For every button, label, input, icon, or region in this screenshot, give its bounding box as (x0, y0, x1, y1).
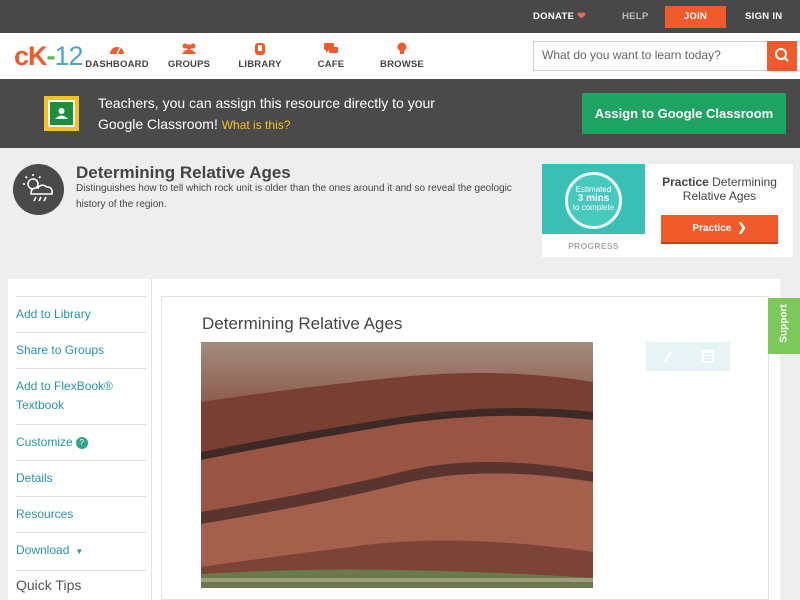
top-bar: DONATE ❤ HELP JOIN SIGN IN (0, 0, 800, 33)
search-button[interactable] (767, 41, 797, 71)
notes-icon[interactable] (700, 348, 716, 365)
logo-k: K (28, 41, 47, 71)
nav-browse[interactable]: BROWSE (367, 42, 437, 70)
ck12-logo[interactable]: cK-12 (14, 41, 84, 71)
support-label: Support (778, 304, 790, 343)
support-tab[interactable]: Support (768, 298, 800, 354)
progress-label: PROGRESS (568, 241, 619, 251)
caret-down-icon: ▼ (75, 547, 84, 556)
sidebar-item-download[interactable]: Download ▼ (16, 533, 147, 571)
assign-google-classroom-button[interactable]: Assign to Google Classroom (582, 93, 786, 134)
donate-link[interactable]: DONATE ❤ (533, 0, 586, 33)
google-classroom-banner: Teachers, you can assign this resource d… (0, 79, 800, 148)
search-box (533, 41, 797, 71)
logo-c: c (14, 41, 29, 71)
help-icon[interactable]: ? (75, 437, 88, 449)
logo-dash: - (46, 41, 56, 71)
estimate-line3: to complete (572, 203, 615, 212)
nav-groups-label: GROUPS (167, 59, 211, 70)
rock-layers-photo (201, 342, 593, 588)
sidebar-item-add-to-flexbook[interactable]: Add to FlexBook® Textbook (16, 369, 147, 425)
page-description: Distinguishes how to tell which rock uni… (76, 183, 512, 210)
pencil-icon[interactable] (660, 348, 676, 365)
banner-text: Teachers, you can assign this resource d… (98, 93, 458, 136)
nav-library[interactable]: LIBRARY (225, 42, 295, 70)
nav-cafe-label: CAFE (317, 59, 345, 70)
nav-groups[interactable]: GROUPS (154, 42, 224, 70)
sidebar-item-add-to-library[interactable]: Add to Library (16, 297, 147, 333)
nav-cafe[interactable]: CAFE (296, 42, 366, 70)
estimate-ring: Estimated 3 mins to complete (565, 172, 622, 229)
cafe-icon (324, 43, 338, 53)
sidebar-item-customize[interactable]: Customize? (16, 425, 147, 461)
progress-tile: Estimated 3 mins to complete (542, 164, 645, 234)
content-title: Determining Relative Ages (202, 314, 403, 333)
page-title: Determining Relative Ages (76, 163, 291, 182)
nav-browse-label: BROWSE (380, 59, 424, 70)
search-input[interactable] (542, 48, 762, 62)
sidebar-item-resources[interactable]: Resources (16, 497, 147, 533)
weather-icon (13, 164, 64, 215)
sidebar-list: Add to Library Share to Groups Add to Fl… (16, 296, 147, 571)
groups-icon (182, 43, 196, 54)
customize-label: Customize (16, 435, 73, 449)
tools-bar (646, 342, 730, 371)
main-nav: cK-12 DASHBOARD GROUPS LIBRARY CAFE BROW… (0, 33, 800, 79)
search-icon (775, 48, 789, 62)
nav-dashboard[interactable]: DASHBOARD (82, 42, 152, 70)
practice-button-label: Practice (692, 223, 732, 234)
heart-icon: ❤ (577, 11, 586, 22)
sidebar: Add to Library Share to Groups Add to Fl… (8, 279, 151, 600)
what-is-this-link[interactable]: What is this? (222, 118, 291, 132)
sidebar-item-share-to-groups[interactable]: Share to Groups (16, 333, 147, 369)
nav-library-label: LIBRARY (238, 59, 282, 70)
sign-in-link[interactable]: SIGN IN (745, 0, 782, 33)
chevron-right-icon: ❯ (737, 222, 747, 234)
donate-label: DONATE (533, 11, 575, 22)
practice-button[interactable]: Practice ❯ (661, 215, 778, 244)
practice-card: Estimated 3 mins to complete PROGRESS Pr… (542, 164, 793, 257)
library-icon (255, 43, 265, 55)
quick-tips-heading[interactable]: Quick Tips (16, 577, 81, 593)
nav-dashboard-label: DASHBOARD (85, 59, 149, 70)
browse-icon (397, 42, 407, 54)
join-button[interactable]: JOIN (665, 6, 726, 28)
estimate-minutes: 3 mins (577, 193, 610, 204)
sidebar-item-details[interactable]: Details (16, 461, 147, 497)
logo-12: 12 (54, 41, 84, 71)
download-label: Download (16, 543, 70, 557)
dashboard-icon (110, 47, 124, 55)
google-classroom-icon (44, 96, 79, 131)
practice-title: Practice Determining Relative Ages (652, 175, 787, 203)
practice-title-bold: Practice (662, 175, 709, 189)
help-link[interactable]: HELP (622, 0, 649, 33)
